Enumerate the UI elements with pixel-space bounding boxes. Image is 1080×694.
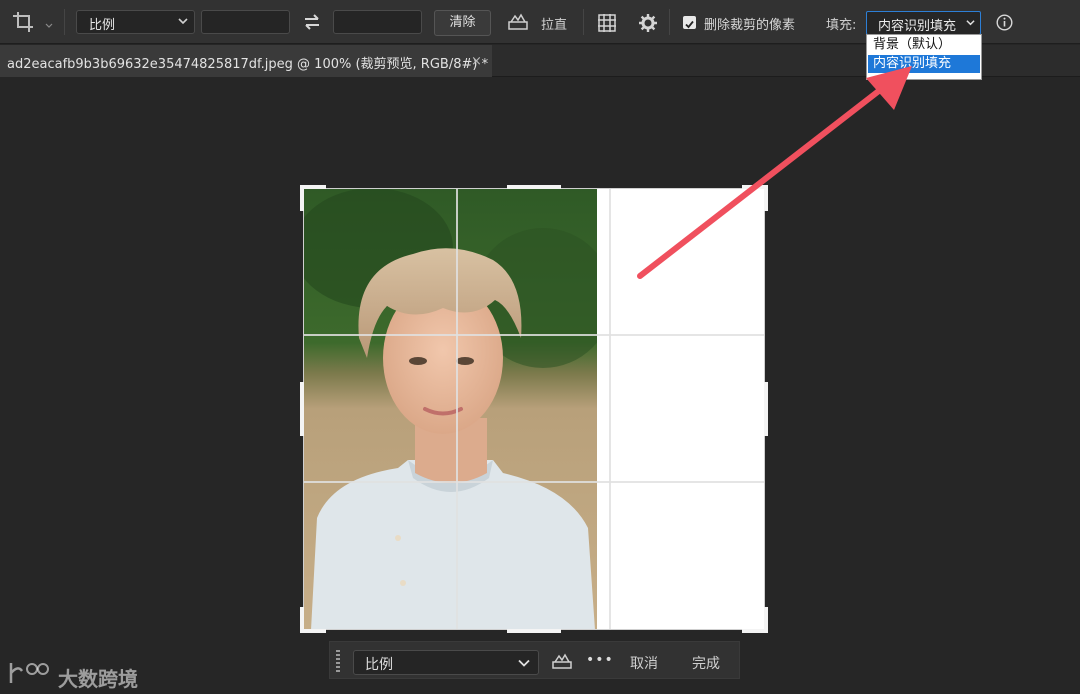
gear-icon[interactable] (638, 13, 658, 33)
fill-select-value: 内容识别填充 (878, 19, 957, 34)
watermark: 大数跨境 (8, 659, 148, 691)
fill-option-background[interactable]: 背景（默认） (868, 36, 980, 54)
more-options-icon[interactable]: ••• (586, 652, 614, 668)
watermark-text: 大数跨境 (58, 667, 138, 691)
crop-box[interactable] (300, 185, 768, 633)
ratio-select-bottom-value: 比例 (365, 657, 393, 673)
watermark-logo-icon (9, 663, 49, 683)
cancel-button[interactable]: 取消 (630, 653, 658, 673)
done-button[interactable]: 完成 (692, 653, 720, 673)
delete-cropped-checkbox[interactable] (683, 16, 696, 29)
ratio-select[interactable]: 比例 (76, 10, 195, 34)
separator (669, 9, 670, 35)
separator (64, 9, 65, 35)
chevron-down-icon (518, 659, 530, 667)
delete-cropped-label[interactable]: 删除裁剪的像素 (704, 14, 795, 33)
check-icon (685, 20, 694, 29)
crop-handle-top[interactable] (507, 185, 561, 189)
document-tab[interactable]: ad2eacafb9b3b69632e35474825817df.jpeg @ … (0, 45, 492, 77)
crop-tool-icon[interactable] (12, 10, 58, 34)
crop-handle-bottom[interactable] (507, 629, 561, 633)
fill-option-content-aware[interactable]: 内容识别填充 (868, 55, 980, 73)
crop-handle-bottom-left[interactable] (300, 607, 304, 633)
ratio-select-bottom[interactable]: 比例 (353, 650, 539, 675)
width-input[interactable] (201, 10, 290, 34)
crop-handle-bottom-right[interactable] (764, 607, 768, 633)
clear-button[interactable]: 清除 (434, 10, 491, 36)
drag-grip-icon[interactable] (336, 650, 340, 672)
fill-dropdown-menu: 背景（默认） 内容识别填充 (866, 34, 982, 80)
grid-overlay-icon[interactable] (597, 13, 617, 33)
straighten-icon[interactable] (507, 12, 529, 32)
ratio-select-value: 比例 (89, 18, 116, 33)
straighten-label[interactable]: 拉直 (541, 14, 567, 33)
info-icon[interactable] (996, 14, 1013, 31)
swap-icon[interactable] (302, 12, 322, 32)
crop-border (303, 188, 765, 630)
chevron-down-icon (966, 20, 975, 26)
straighten-icon[interactable] (551, 653, 573, 671)
document-tab-title: ad2eacafb9b3b69632e35474825817df.jpeg @ … (7, 57, 489, 72)
fill-label: 填充: (826, 18, 857, 33)
contextual-task-bar: 比例 ••• 取消 完成 (329, 641, 740, 679)
fill-select[interactable]: 内容识别填充 (866, 11, 981, 35)
canvas-area[interactable] (0, 78, 1080, 694)
separator (583, 9, 584, 35)
height-input[interactable] (333, 10, 422, 34)
crop-handle-top-left[interactable] (300, 185, 304, 211)
crop-handle-top-right[interactable] (764, 185, 768, 211)
crop-handle-right[interactable] (764, 382, 768, 436)
chevron-down-icon (178, 18, 188, 25)
crop-handle-left[interactable] (300, 382, 304, 436)
close-icon[interactable]: × (471, 54, 482, 69)
